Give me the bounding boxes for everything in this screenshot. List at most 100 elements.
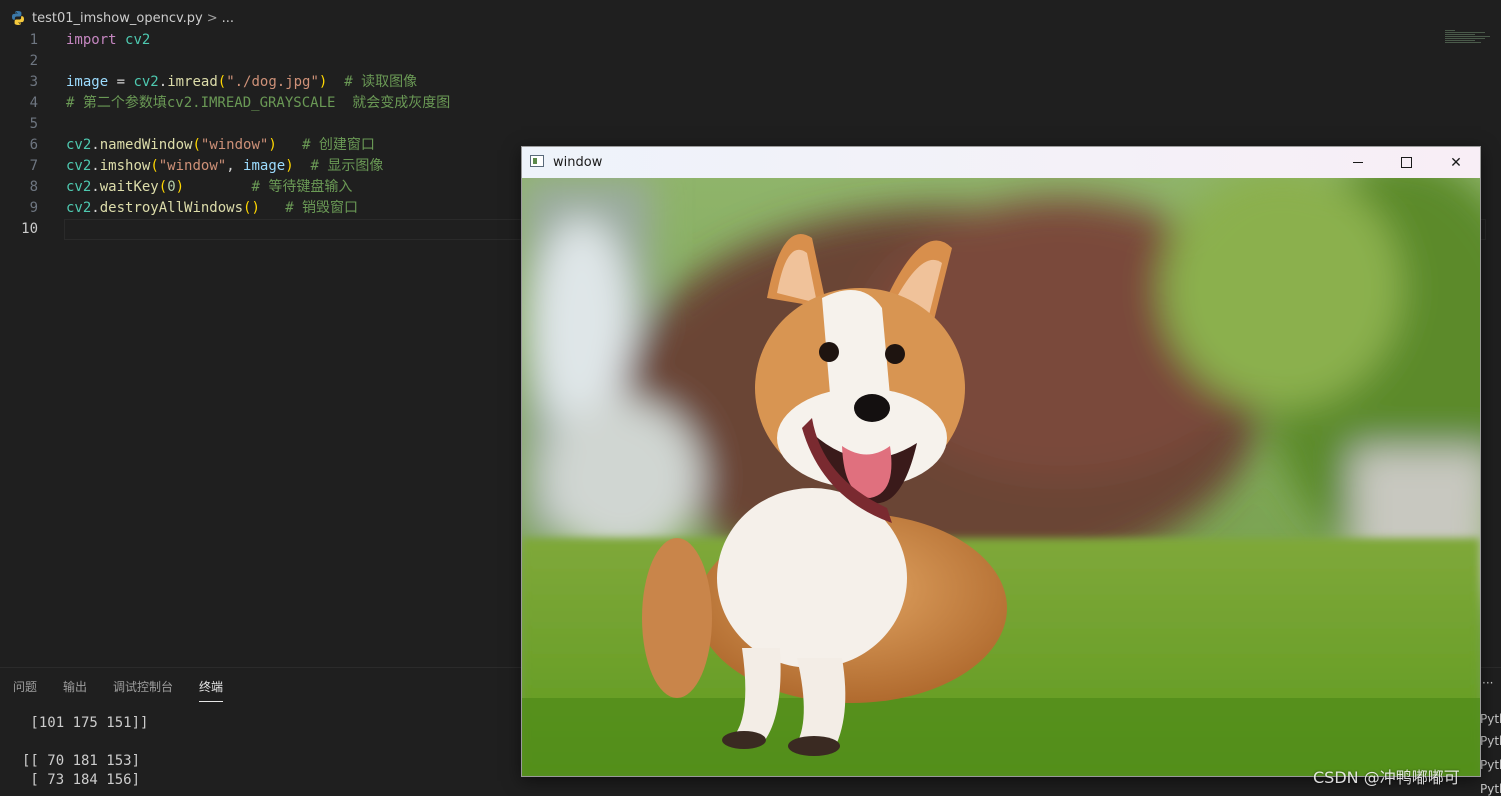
code-token: ( [150,158,159,174]
code-token: cv2 [125,32,151,48]
maximize-icon [1400,157,1412,168]
terminal-line: [ 73 184 156] [22,772,141,788]
code-token: ) [285,158,294,174]
line-number: 7 [29,158,38,174]
line-number: 10 [21,221,38,237]
terminal-output[interactable]: [101 175 151]] [[ 70 181 153] [ 73 184 15… [0,714,148,790]
code-token: imread [167,74,218,90]
terminal-list-item[interactable]: Pyth [1480,712,1501,726]
code-token: waitKey [99,179,159,195]
line-number: 1 [29,32,38,48]
code-token: . [91,179,100,195]
dog-image [522,178,1480,776]
line-number: 3 [29,74,38,90]
terminal-line: [[ 70 181 153] [22,753,141,769]
minimize-icon [1353,162,1363,163]
minimap[interactable] [1445,30,1495,50]
line-number: 4 [29,95,38,111]
code-token: destroyAllWindows [99,200,244,216]
terminal-list-item[interactable]: Pyth [1480,782,1501,796]
window-title: window [553,155,603,170]
code-token: # 显示图像 [310,158,384,174]
code-token: image [66,74,109,90]
code-token: image [243,158,286,174]
code-line[interactable]: 4 # 第二个参数填cv2.IMREAD_GRAYSCALE 就会变成灰度图 [0,93,1501,114]
code-token: imshow [99,158,151,174]
code-token: . [158,74,168,90]
code-token: "./dog.jpg" [226,74,319,90]
line-number: 5 [29,116,38,132]
code-token: "window" [200,137,269,153]
code-token: ( [217,74,227,90]
code-token: import [66,32,117,48]
tab-debug-console[interactable]: 调试控制台 [100,668,173,704]
code-token: cv2 [66,200,92,216]
code-token: # 读取图像 [344,74,418,90]
opencv-window[interactable]: window ✕ [521,146,1481,777]
code-token: = [108,74,134,90]
line-number: 9 [29,200,38,216]
code-text: cv2.namedWindow("window") # 创建窗口 [66,135,375,156]
terminal-line: [101 175 151]] [22,715,149,731]
close-icon: ✕ [1450,154,1462,171]
code-token: , [226,158,244,174]
code-token: . [91,158,100,174]
tab-problems[interactable]: 问题 [0,668,37,704]
code-token: () [243,200,260,216]
code-token: # 销毁窗口 [285,200,359,216]
code-token: ( [158,179,168,195]
code-token: cv2 [66,158,92,174]
python-file-icon [10,10,26,26]
code-text: import cv2 [66,30,150,51]
code-text: cv2.destroyAllWindows() # 销毁窗口 [66,198,358,219]
code-token: . [91,137,100,153]
code-line[interactable]: 2 [0,51,1501,72]
code-text: # 第二个参数填cv2.IMREAD_GRAYSCALE 就会变成灰度图 [66,93,450,114]
code-line[interactable]: 5 [0,114,1501,135]
terminal-list: ··· Pyth Pyth Pyth Pyth [1480,668,1501,796]
window-app-icon [530,155,544,167]
line-number: 2 [29,53,38,69]
tab-output[interactable]: 输出 [50,668,87,704]
code-token: # 创建窗口 [302,137,375,153]
code-token: cv2 [66,137,92,153]
code-token: 0 [167,179,176,195]
code-line[interactable]: 3 image = cv2.imread("./dog.jpg") # 读取图像 [0,72,1501,93]
terminal-list-item[interactable]: Pyth [1480,734,1501,748]
code-token: ) [268,137,277,153]
breadcrumb-separator: > [206,10,218,26]
breadcrumb-file[interactable]: test01_imshow_opencv.py [32,11,203,26]
terminal-list-item[interactable]: Pyth [1480,758,1501,772]
code-token: # 第二个参数填cv2.IMREAD_GRAYSCALE 就会变成灰度图 [66,95,451,111]
watermark: CSDN @冲鸭嘟嘟可 [1313,768,1460,787]
line-number: 6 [29,137,38,153]
line-number: 8 [29,179,38,195]
code-text: image = cv2.imread("./dog.jpg") # 读取图像 [66,72,417,93]
code-token: # 等待键盘输入 [251,179,353,195]
code-token: . [91,200,100,216]
maximize-button[interactable] [1382,147,1430,178]
code-token: namedWindow [99,137,193,153]
minimize-button[interactable] [1334,147,1382,178]
tab-terminal[interactable]: 终端 [186,668,224,704]
close-button[interactable]: ✕ [1432,147,1480,178]
code-token: ) [175,179,185,195]
window-titlebar[interactable]: window ✕ [522,147,1480,178]
breadcrumb-more[interactable]: ... [222,11,234,26]
code-text: cv2.waitKey(0) # 等待键盘输入 [66,177,352,198]
code-text: cv2.imshow("window", image) # 显示图像 [66,156,383,177]
code-line[interactable]: 1 import cv2 [0,30,1501,51]
more-actions-icon[interactable]: ··· [1482,676,1493,690]
code-token: cv2 [133,74,159,90]
code-token: "window" [158,158,227,174]
code-token: ( [192,137,201,153]
code-token: cv2 [66,179,92,195]
panel-tabs: 问题 输出 调试控制台 终端 [0,668,236,704]
